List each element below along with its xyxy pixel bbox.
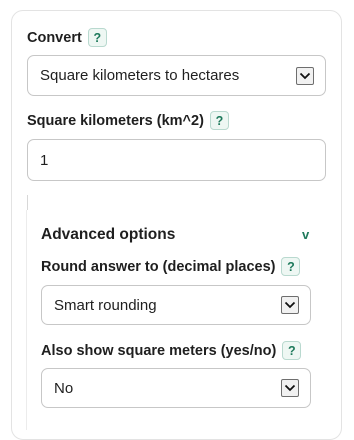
show-sqm-dropdown-button[interactable] bbox=[281, 379, 299, 397]
square-km-input-value: 1 bbox=[40, 151, 49, 169]
convert-help-icon[interactable]: ? bbox=[87, 28, 107, 47]
round-label: Round answer to (decimal places) bbox=[41, 258, 276, 275]
show-sqm-label: Also show square meters (yes/no) bbox=[41, 342, 277, 359]
convert-label-row: Convert ? bbox=[27, 28, 107, 47]
chevron-down-icon bbox=[299, 72, 311, 79]
advanced-options-toggle-icon[interactable]: v bbox=[302, 227, 309, 242]
round-label-row: Round answer to (decimal places) ? bbox=[41, 257, 301, 276]
convert-select[interactable]: Square kilometers to hectares bbox=[27, 55, 326, 96]
section-divider bbox=[27, 195, 28, 211]
square-km-input[interactable]: 1 bbox=[27, 139, 326, 181]
show-sqm-select-value: No bbox=[54, 379, 74, 397]
input-help-icon[interactable]: ? bbox=[209, 111, 229, 130]
convert-label: Convert bbox=[27, 29, 82, 46]
round-select[interactable]: Smart rounding bbox=[41, 285, 311, 325]
chevron-down-icon bbox=[284, 301, 296, 309]
advanced-options-title[interactable]: Advanced options bbox=[41, 226, 175, 244]
input-label-row: Square kilometers (km^2) ? bbox=[27, 111, 229, 130]
convert-select-value: Square kilometers to hectares bbox=[40, 67, 240, 84]
round-dropdown-button[interactable] bbox=[281, 296, 299, 314]
show-sqm-help-icon[interactable]: ? bbox=[282, 341, 302, 360]
show-sqm-label-row: Also show square meters (yes/no) ? bbox=[41, 341, 302, 360]
round-select-value: Smart rounding bbox=[54, 296, 157, 314]
round-help-icon[interactable]: ? bbox=[281, 257, 301, 276]
input-label: Square kilometers (km^2) bbox=[27, 112, 204, 129]
show-sqm-select[interactable]: No bbox=[41, 368, 311, 408]
chevron-down-icon bbox=[284, 384, 296, 392]
convert-dropdown-button[interactable] bbox=[296, 66, 314, 85]
